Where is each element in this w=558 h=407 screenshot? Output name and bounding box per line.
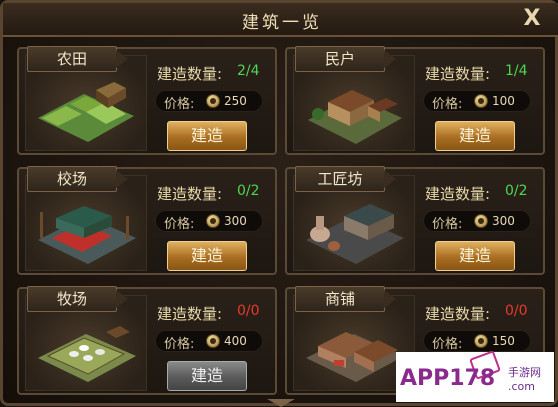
- coin-icon: [206, 334, 220, 348]
- count-value: 0/2: [237, 183, 260, 199]
- count-value: 0/0: [505, 303, 528, 319]
- building-name: 工匠坊: [295, 166, 396, 192]
- watermark: APP178 手游网 .com: [396, 350, 554, 402]
- price-box: 价格: 400: [155, 330, 263, 352]
- count-label: 建造数量:: [425, 305, 491, 323]
- price-label: 价格:: [432, 217, 463, 232]
- build-button[interactable]: 建造: [167, 121, 247, 151]
- price-value: 300: [492, 214, 515, 228]
- building-name: 民户: [295, 46, 396, 72]
- count-value: 1/4: [505, 63, 528, 79]
- price-label: 价格:: [432, 337, 463, 352]
- price-box: 价格: 150: [423, 330, 531, 352]
- close-button[interactable]: X: [517, 6, 547, 32]
- count-label: 建造数量:: [425, 185, 491, 203]
- price-box: 价格: 250: [155, 90, 263, 112]
- coin-icon: [206, 94, 220, 108]
- watermark-logo: APP178: [400, 366, 496, 391]
- coin-icon: [474, 334, 488, 348]
- build-button[interactable]: 建造: [435, 241, 515, 271]
- building-name: 牧场: [27, 286, 128, 312]
- build-button[interactable]: 建造: [435, 121, 515, 151]
- coin-icon: [474, 94, 488, 108]
- building-card-workshop: 工匠坊 建造数量: 0/2 价格: 300 建造: [285, 166, 545, 275]
- price-label: 价格:: [432, 97, 463, 112]
- price-value: 150: [492, 334, 515, 348]
- coin-icon: [206, 214, 220, 228]
- coin-icon: [474, 214, 488, 228]
- count-label: 建造数量:: [157, 65, 223, 83]
- price-box: 价格: 300: [155, 210, 263, 232]
- building-overview-window: 建筑一览 X 农田 建造数量: 2/4 价格: 250 建造 民户 建造数量: …: [0, 0, 558, 407]
- title-bar: 建筑一览 X: [3, 3, 558, 37]
- count-label: 建造数量:: [157, 185, 223, 203]
- price-label: 价格:: [164, 97, 195, 112]
- watermark-line1: 手游网: [508, 366, 541, 379]
- price-value: 400: [224, 334, 247, 348]
- price-value: 300: [224, 214, 247, 228]
- building-card-house: 民户 建造数量: 1/4 价格: 100 建造: [285, 46, 545, 155]
- count-label: 建造数量:: [425, 65, 491, 83]
- build-button-disabled[interactable]: 建造: [167, 361, 247, 391]
- window-title: 建筑一览: [242, 13, 322, 33]
- price-box: 价格: 300: [423, 210, 531, 232]
- building-card-farm: 农田 建造数量: 2/4 价格: 250 建造: [17, 46, 277, 155]
- count-value: 0/0: [237, 303, 260, 319]
- watermark-line2: .com: [508, 380, 535, 393]
- building-card-pasture: 牧场 建造数量: 0/0 价格: 400 建造: [17, 286, 277, 395]
- price-box: 价格: 100: [423, 90, 531, 112]
- price-value: 250: [224, 94, 247, 108]
- price-label: 价格:: [164, 337, 195, 352]
- build-button[interactable]: 建造: [167, 241, 247, 271]
- count-value: 0/2: [505, 183, 528, 199]
- building-name: 校场: [27, 166, 128, 192]
- building-name: 农田: [27, 46, 128, 72]
- price-value: 100: [492, 94, 515, 108]
- count-label: 建造数量:: [157, 305, 223, 323]
- building-card-training-ground: 校场 建造数量: 0/2 价格: 300 建造: [17, 166, 277, 275]
- price-label: 价格:: [164, 217, 195, 232]
- building-name: 商铺: [295, 286, 396, 312]
- count-value: 2/4: [237, 63, 260, 79]
